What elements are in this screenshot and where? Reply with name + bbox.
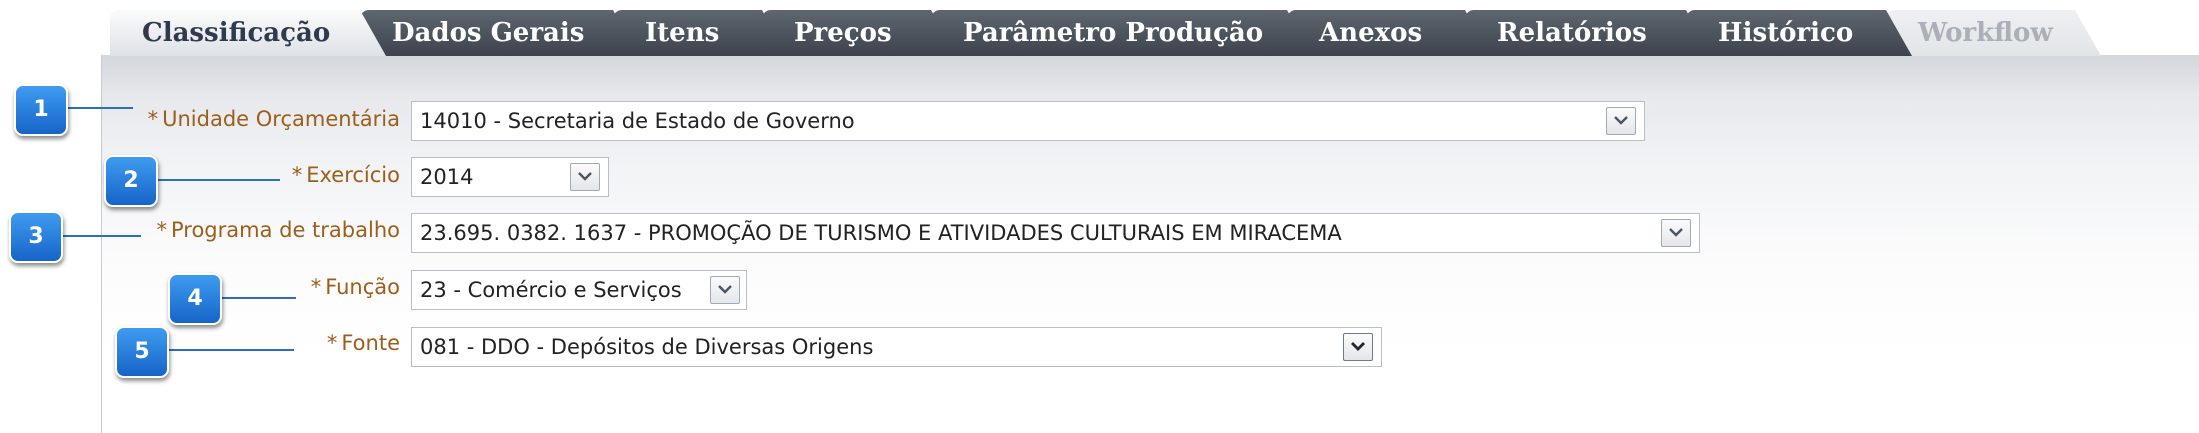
tab-bar: Workflow Histórico Relatórios Anexos Par… xyxy=(0,0,2199,56)
unidade-select[interactable]: 14010 - Secretaria de Estado de Governo xyxy=(411,101,1645,141)
callout-badge-3: 3 xyxy=(9,211,63,263)
programa-dropdown-button[interactable] xyxy=(1661,219,1691,247)
unidade-label-text: Unidade Orçamentária xyxy=(162,107,400,131)
programa-label: * Programa de trabalho xyxy=(156,218,400,242)
chevron-down-icon xyxy=(718,285,732,294)
programa-select[interactable]: 23.695. 0382. 1637 - PROMOÇÃO DE TURISMO… xyxy=(411,213,1700,253)
tab-parametro-producao[interactable]: Parâmetro Produção xyxy=(931,10,1313,56)
fonte-label-text: Fonte xyxy=(341,331,400,355)
chevron-down-icon xyxy=(1669,228,1683,237)
required-marker: * xyxy=(147,107,159,131)
tab-workflow: Workflow xyxy=(1886,10,2101,56)
funcao-dropdown-button[interactable] xyxy=(710,276,740,304)
unidade-value: 14010 - Secretaria de Estado de Governo xyxy=(420,109,855,133)
required-marker: * xyxy=(291,163,303,187)
exercicio-label-text: Exercício xyxy=(306,163,400,187)
tab-precos[interactable]: Preços xyxy=(762,10,957,56)
required-marker: * xyxy=(326,331,338,355)
callout-badge-4: 4 xyxy=(168,273,222,325)
funcao-label-text: Função xyxy=(325,275,400,299)
funcao-label: * Função xyxy=(311,275,400,299)
exercicio-select[interactable]: 2014 xyxy=(411,157,609,197)
tab-itens[interactable]: Itens xyxy=(613,10,788,56)
unidade-label: * Unidade Orçamentária xyxy=(148,107,400,131)
callout-badge-2: 2 xyxy=(104,155,158,207)
funcao-select[interactable]: 23 - Comércio e Serviços xyxy=(411,270,747,310)
fonte-value: 081 - DDO - Depósitos de Diversas Origen… xyxy=(420,335,874,359)
tab-anexos[interactable]: Anexos xyxy=(1287,10,1491,56)
tab-classificacao[interactable]: Classificação xyxy=(110,10,386,56)
tab-relatorios[interactable]: Relatórios xyxy=(1465,10,1712,56)
chevron-down-icon xyxy=(578,172,592,181)
callout-2-line xyxy=(155,179,280,181)
required-marker: * xyxy=(310,275,322,299)
programa-value: 23.695. 0382. 1637 - PROMOÇÃO DE TURISMO… xyxy=(420,221,1342,245)
programa-label-text: Programa de trabalho xyxy=(170,218,400,242)
callout-5-line xyxy=(164,349,294,351)
exercicio-label: * Exercício xyxy=(292,163,400,187)
callout-badge-5: 5 xyxy=(115,326,169,378)
callout-3-line xyxy=(58,235,141,237)
exercicio-value: 2014 xyxy=(420,165,474,189)
unidade-dropdown-button[interactable] xyxy=(1606,107,1636,135)
tab-historico[interactable]: Histórico xyxy=(1686,10,1912,56)
callout-1-line xyxy=(58,107,133,109)
fonte-dropdown-button[interactable] xyxy=(1343,333,1373,361)
fonte-label: * Fonte xyxy=(327,331,400,355)
chevron-down-icon xyxy=(1351,342,1365,351)
callout-4-line xyxy=(218,297,296,299)
callout-badge-1: 1 xyxy=(14,84,68,136)
fonte-select[interactable]: 081 - DDO - Depósitos de Diversas Origen… xyxy=(411,327,1382,367)
tab-dados-gerais[interactable]: Dados Gerais xyxy=(360,10,639,56)
exercicio-dropdown-button[interactable] xyxy=(570,163,600,191)
chevron-down-icon xyxy=(1614,116,1628,125)
funcao-value: 23 - Comércio e Serviços xyxy=(420,278,682,302)
required-marker: * xyxy=(156,218,167,242)
